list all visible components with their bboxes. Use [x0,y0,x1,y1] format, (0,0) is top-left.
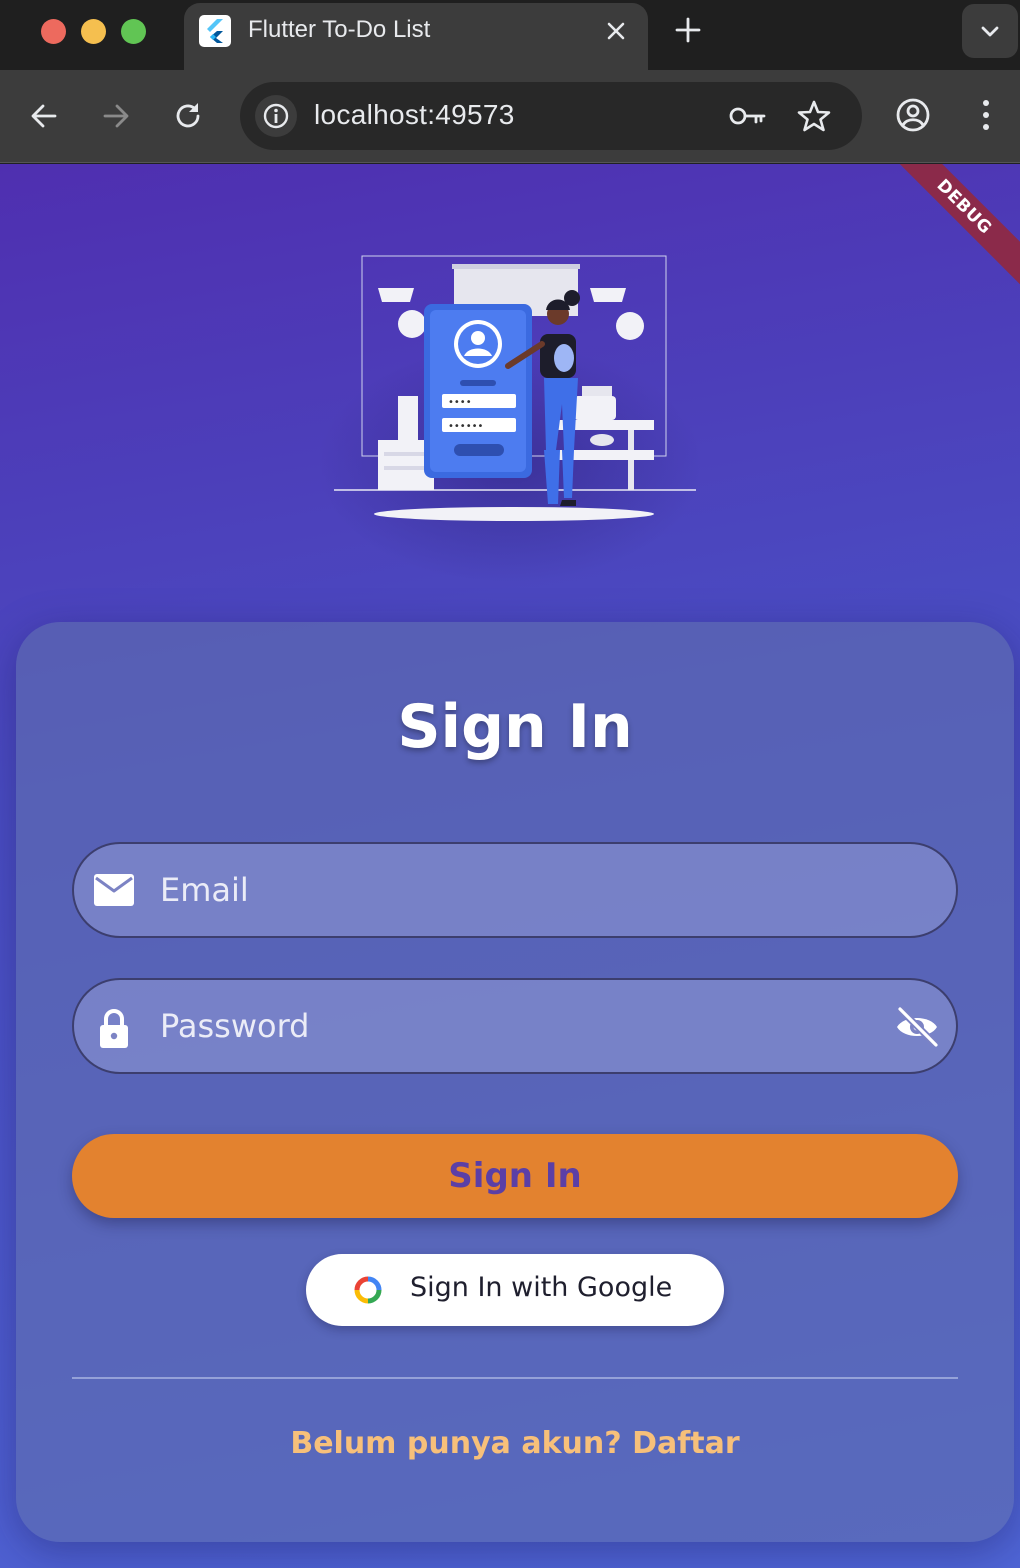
profile-icon[interactable] [894,96,932,138]
close-icon[interactable] [602,17,630,45]
info-icon[interactable] [255,95,297,137]
tab-search-button[interactable] [962,4,1018,58]
address-bar[interactable]: localhost:49573 [240,82,862,150]
reload-icon[interactable] [170,98,206,134]
google-icon [354,1276,382,1307]
google-sign-in-button[interactable]: Sign In with Google [306,1254,724,1326]
key-icon[interactable] [728,100,768,136]
tab-strip: Flutter To-Do List [0,0,1020,70]
page-title: Sign In [397,692,633,762]
password-input[interactable] [160,980,880,1072]
google-button-label: Sign In with Google [410,1272,673,1303]
maximize-window-button[interactable] [121,19,146,44]
flutter-icon [199,15,231,47]
email-input[interactable] [160,844,880,936]
browser-tab[interactable]: Flutter To-Do List [184,3,648,70]
login-card: Sign In Sign In [16,622,1014,1542]
email-field[interactable] [72,842,958,938]
back-arrow-icon[interactable] [26,98,62,134]
password-field[interactable] [72,978,958,1074]
url-text[interactable]: localhost:49573 [314,99,515,131]
debug-banner: DEBUG [875,164,1020,296]
plus-icon[interactable] [672,14,704,46]
browser-toolbar: localhost:49573 [0,70,1020,163]
login-illustration: •••• •••••• [334,255,696,521]
sign-in-button[interactable]: Sign In [72,1134,958,1218]
app-viewport: DEBUG •••• •••••• Sign In Email Sign In … [0,164,1020,1568]
tab-title: Flutter To-Do List [248,16,431,43]
lock-icon [92,1006,136,1054]
close-window-button[interactable] [41,19,66,44]
more-vert-icon[interactable] [970,96,1002,138]
visibility-off-icon[interactable] [894,1006,940,1052]
svg-text:••••••: •••••• [448,421,483,432]
minimize-window-button[interactable] [81,19,106,44]
forward-arrow-icon[interactable] [98,98,134,134]
divider [72,1377,958,1379]
register-link[interactable]: Belum punya akun? Daftar [16,1426,1014,1461]
svg-text:••••: •••• [448,397,472,408]
chevron-down-icon [981,26,999,37]
mail-icon [92,870,136,914]
star-icon[interactable] [796,98,832,138]
